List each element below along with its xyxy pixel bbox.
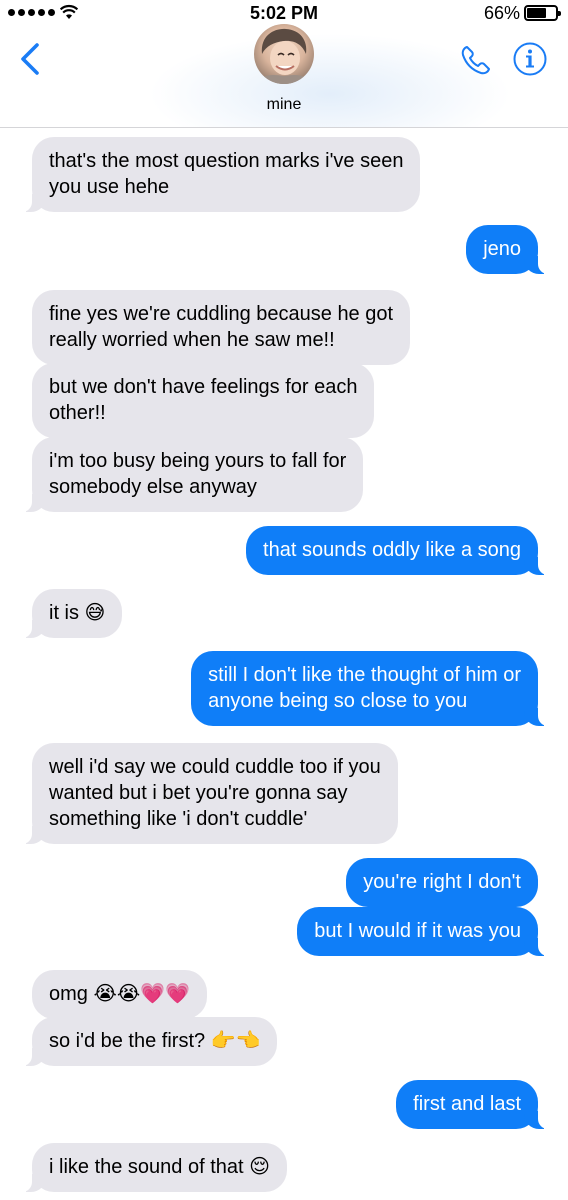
info-icon[interactable] bbox=[512, 41, 548, 77]
conversation-header: mine bbox=[0, 24, 568, 128]
message-bubble-outgoing[interactable]: first and last bbox=[396, 1080, 548, 1129]
avatar-photo bbox=[254, 28, 314, 84]
message-bubble-incoming[interactable]: that's the most question marks i've seen… bbox=[21, 137, 421, 212]
message-text: well i'd say we could cuddle too if you … bbox=[49, 756, 381, 830]
battery-icon bbox=[524, 5, 561, 21]
message-bubble-incoming[interactable]: fine yes we're cuddling because he got r… bbox=[32, 290, 411, 365]
message-text: but we don't have feelings for each othe… bbox=[49, 376, 358, 424]
message-text: but I would if it was you bbox=[314, 920, 521, 942]
status-bar: 5:02 PM 66% bbox=[0, 0, 568, 26]
message-bubble-outgoing[interactable]: that sounds oddly like a song bbox=[246, 526, 548, 575]
message-bubble-incoming[interactable]: but we don't have feelings for each othe… bbox=[32, 363, 375, 438]
message-text: still I don't like the thought of him or… bbox=[208, 664, 521, 712]
status-time: 5:02 PM bbox=[249, 3, 319, 23]
message-bubble-incoming[interactable]: so i'd be the first? 👉👈 bbox=[21, 1017, 278, 1066]
message-bubble-outgoing[interactable]: still I don't like the thought of him or… bbox=[191, 651, 548, 726]
message-bubble-incoming[interactable]: i like the sound of that 😌 bbox=[22, 1143, 287, 1192]
message-text: that's the most question marks i've seen… bbox=[49, 150, 404, 198]
message-bubble-incoming[interactable]: omg 😭😭💗💗 bbox=[32, 970, 208, 1019]
contact-name[interactable]: mine bbox=[0, 96, 568, 114]
battery-percentage: 66% bbox=[483, 3, 520, 23]
message-text: it is 😅 bbox=[49, 602, 106, 624]
message-bubble-outgoing[interactable]: but I would if it was you bbox=[297, 907, 548, 956]
message-text: that sounds oddly like a song bbox=[263, 539, 521, 561]
message-text: so i'd be the first? 👉👈 bbox=[49, 1030, 261, 1052]
message-text: omg 😭😭💗💗 bbox=[49, 983, 191, 1005]
phone-icon[interactable] bbox=[458, 42, 494, 78]
message-bubble-incoming[interactable]: i'm too busy being yours to fall for som… bbox=[21, 437, 364, 512]
message-text: first and last bbox=[413, 1093, 521, 1115]
avatar[interactable] bbox=[254, 24, 314, 84]
message-text: i like the sound of that 😌 bbox=[49, 1156, 270, 1178]
message-text: you're right I don't bbox=[363, 871, 521, 893]
chevron-left-icon[interactable] bbox=[18, 42, 42, 76]
message-bubble-incoming[interactable]: it is 😅 bbox=[21, 589, 123, 638]
message-text: fine yes we're cuddling because he got r… bbox=[49, 303, 394, 351]
message-text: i'm too busy being yours to fall for som… bbox=[49, 450, 347, 498]
message-bubble-incoming[interactable]: well i'd say we could cuddle too if you … bbox=[22, 743, 398, 844]
message-bubble-outgoing[interactable]: jeno bbox=[466, 225, 548, 274]
message-text: jeno bbox=[483, 238, 521, 260]
message-bubble-outgoing[interactable]: you're right I don't bbox=[346, 858, 538, 907]
